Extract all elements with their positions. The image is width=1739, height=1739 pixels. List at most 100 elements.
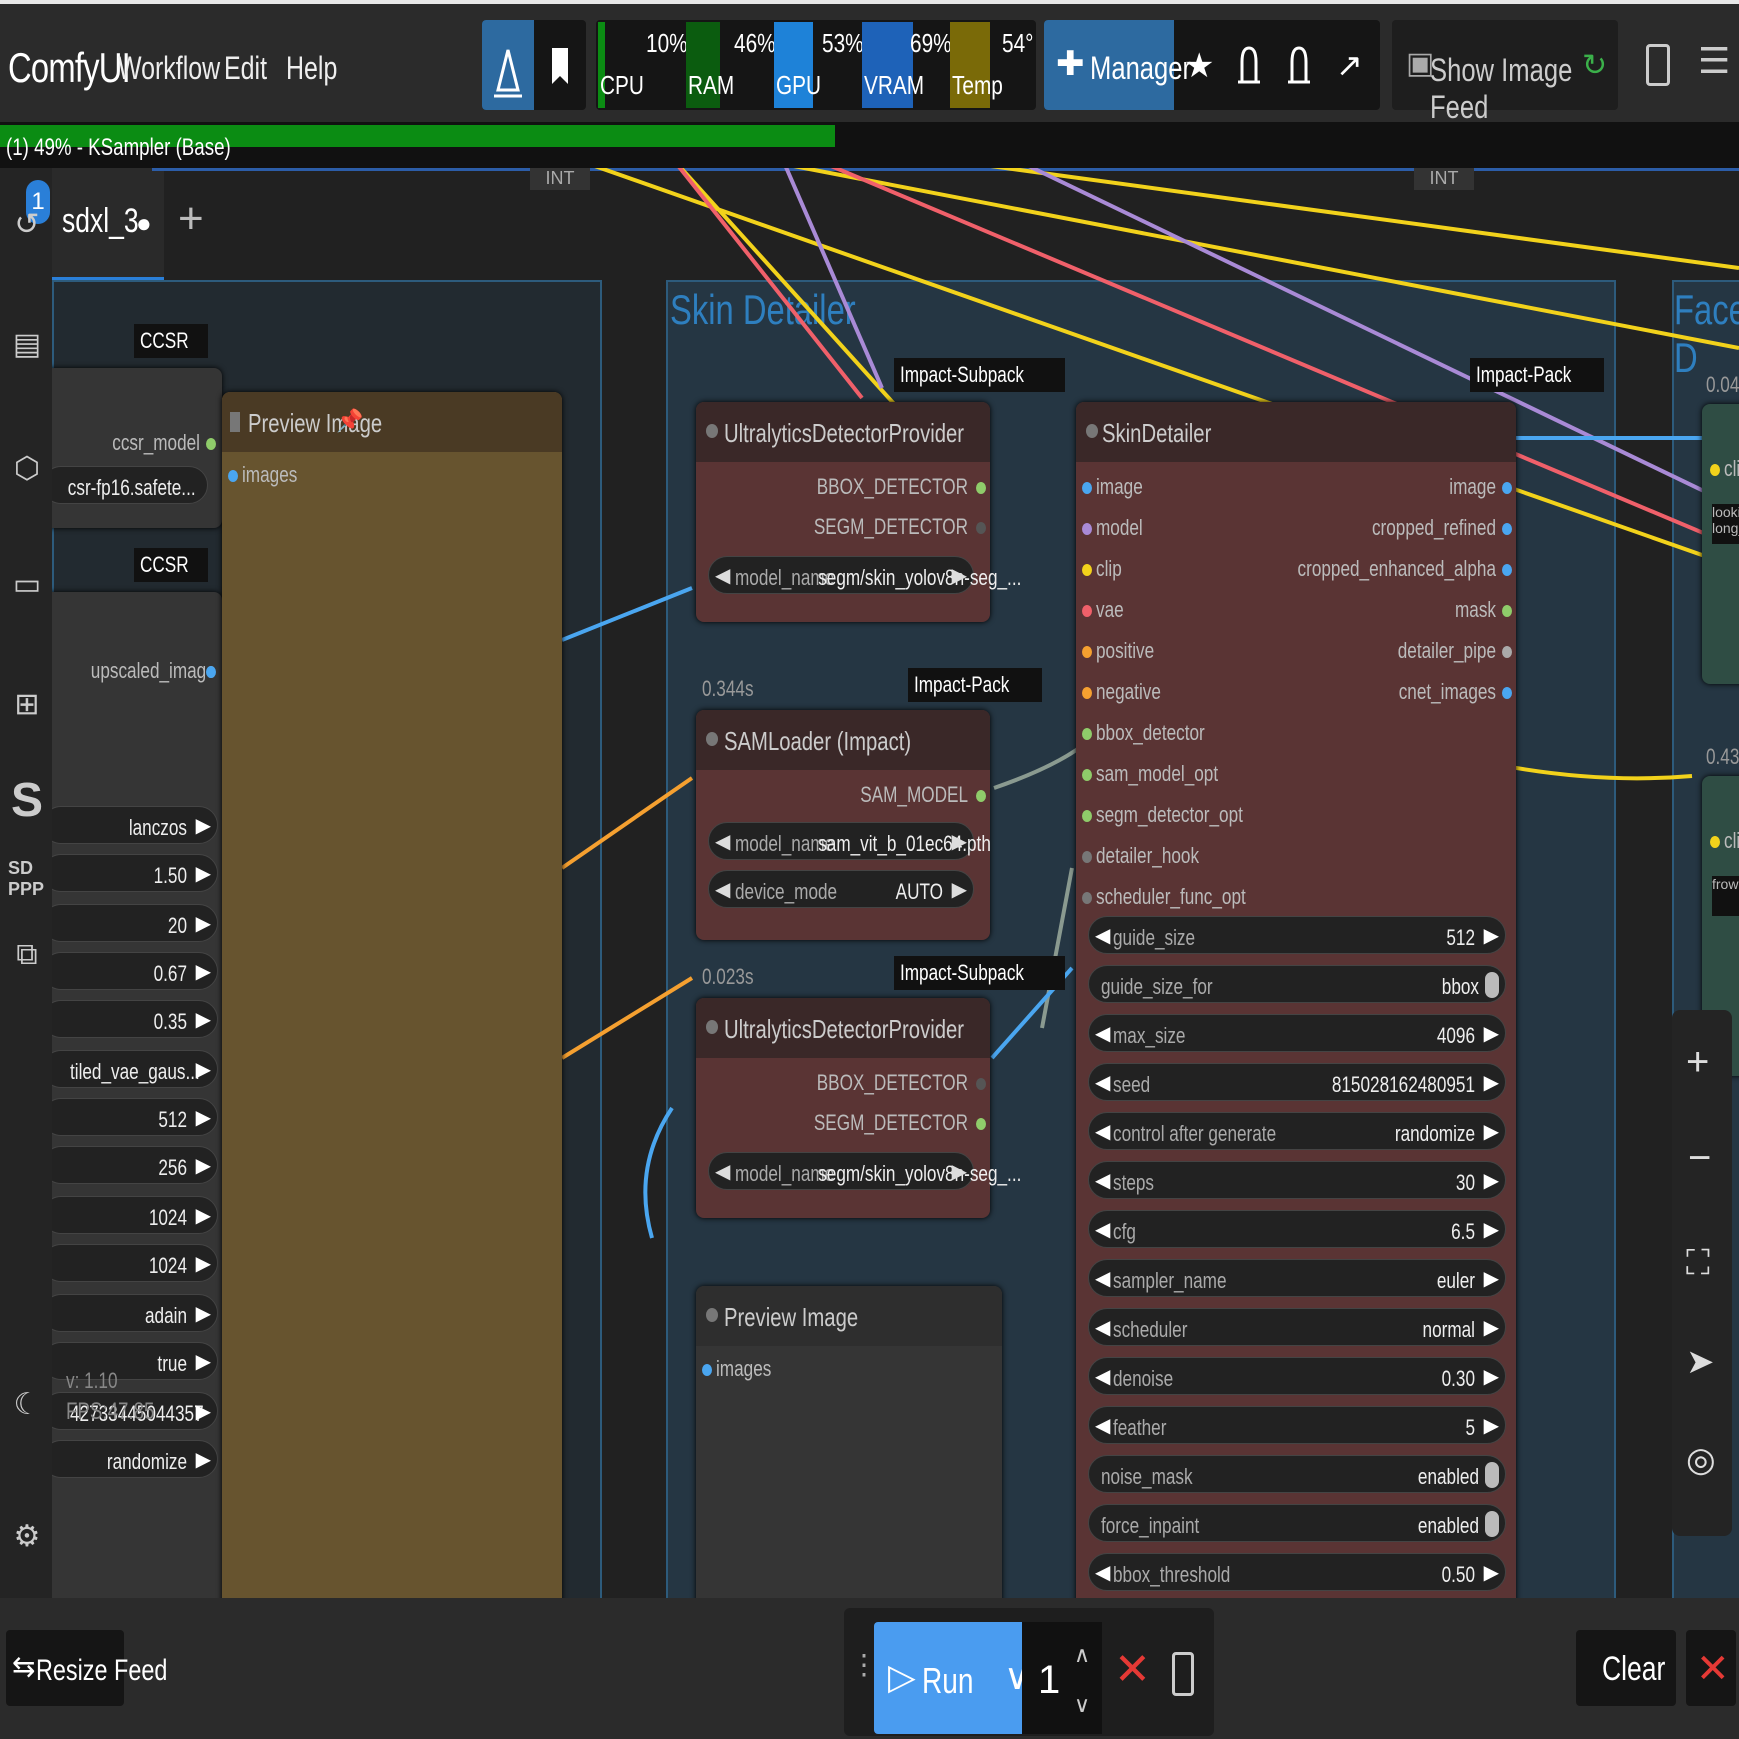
left-widget-0[interactable]: lanczos ▶ [52,806,218,844]
output-slot-detailer_pipe[interactable] [1502,646,1512,658]
input-slot-vae[interactable] [1082,605,1092,617]
model-name-widget-1[interactable]: ◀ model_name segm/skin_yolov8n-seg_... ▶ [708,556,1021,594]
menu-help[interactable]: Help [286,50,337,87]
face-prompt-text-1[interactable]: lookin long_e [1712,504,1739,544]
left-widget-8[interactable]: 1024 ▶ [52,1196,218,1234]
input-slot-bbox_detector[interactable] [1082,728,1092,740]
panel-toggle-icon[interactable] [1646,44,1670,86]
output-slot-cropped_enhanced_alpha[interactable] [1502,564,1512,576]
toggle-knob-icon[interactable] [1485,1462,1499,1488]
collapse-dot-icon[interactable] [706,424,718,438]
arrow-right-icon[interactable]: ▶ [952,1159,967,1184]
input-slot-scheduler_func_opt[interactable] [1082,892,1092,904]
arrow-right-icon[interactable]: ▶ [196,911,211,936]
collapse-dot-icon[interactable] [706,732,718,746]
clear-button[interactable]: Clear [1576,1630,1676,1706]
input-slot-clip[interactable] [1082,564,1092,576]
arrow-right-icon[interactable]: ▶ [196,1203,211,1228]
arrow-right-icon[interactable]: ▶ [196,1105,211,1130]
output-slot-image[interactable] [1502,482,1512,494]
toggle-knob-icon[interactable] [1485,972,1499,998]
widget-noise_mask[interactable]: noise_mask enabled [1088,1455,1506,1493]
widget-denoise[interactable]: ◀ denoise 0.30 ▶ [1088,1357,1506,1395]
arrow-right-icon[interactable]: ▶ [1484,1021,1499,1046]
menu-workflow[interactable]: Workflow [118,50,220,87]
widget-force_inpaint[interactable]: force_inpaint enabled [1088,1504,1506,1542]
moon-icon[interactable]: ☾ [10,1388,44,1422]
select-mode-icon[interactable]: ➤ [1686,1342,1715,1382]
decrement-icon[interactable]: ∨ [1074,1692,1090,1718]
arrow-right-icon[interactable]: ▶ [196,1399,211,1424]
images-input-slot-1[interactable] [228,470,238,482]
output-slot-cnet_images[interactable] [1502,687,1512,699]
arrow-right-icon[interactable]: ▶ [196,1251,211,1276]
arrow-right-icon[interactable]: ▶ [1484,1119,1499,1144]
left-widget-13[interactable]: randomize ▶ [52,1440,218,1478]
zoom-in-icon[interactable]: + [1686,1040,1709,1085]
left-widget-9[interactable]: 1024 ▶ [52,1244,218,1282]
app-brand[interactable]: ComfyUI [8,44,131,92]
sam-model-name-widget[interactable]: ◀ model_name sam_vit_b_01ec64.pth ▶ [708,822,991,860]
model-name-widget-2[interactable]: ◀ model_name segm/skin_yolov8n-seg_... ▶ [708,1152,1021,1190]
widget-steps[interactable]: ◀ steps 30 ▶ [1088,1161,1506,1199]
clip-slot-1[interactable] [1710,464,1720,476]
arrow-right-icon[interactable]: ▶ [1484,1364,1499,1389]
arrow-right-icon[interactable]: ▶ [1484,1266,1499,1291]
arrow-left-icon[interactable]: ◀ [1095,1364,1110,1389]
widget-guide_size[interactable]: ◀ guide_size 512 ▶ [1088,916,1506,954]
arrow-right-icon[interactable]: ▶ [196,1057,211,1082]
left-widget-5[interactable]: tiled_vae_gaus... ▶ [52,1050,218,1088]
arrow-left-icon[interactable]: ◀ [1095,1266,1110,1291]
menu-edit[interactable]: Edit [224,50,267,87]
arrow-right-icon[interactable]: ▶ [1484,1413,1499,1438]
arrow-right-icon[interactable]: ▶ [196,861,211,886]
widget-seed[interactable]: ◀ seed 815028162480951 ▶ [1088,1063,1506,1101]
arrow-left-icon[interactable]: ◀ [1095,1168,1110,1193]
arrow-left-icon[interactable]: ◀ [1095,1560,1110,1585]
arrow-right-icon[interactable]: ▶ [196,959,211,984]
left-widget-1[interactable]: 1.50 ▶ [52,854,218,892]
ccsr-model-node[interactable]: ccsr_model csr-fp16.safete... [52,368,222,528]
increment-icon[interactable]: ∧ [1074,1642,1090,1668]
widget-feather[interactable]: ◀ feather 5 ▶ [1088,1406,1506,1444]
batch-count-input[interactable]: 1 ∧ ∨ [1022,1622,1102,1734]
preview-image-node-1[interactable]: Preview Image 📌 images [222,392,562,1598]
ccsr-model-slot[interactable] [206,438,216,450]
arrow-right-icon[interactable]: ▶ [196,1007,211,1032]
history-icon[interactable]: ↺ [10,208,44,242]
arrow-left-icon[interactable]: ◀ [715,1159,730,1184]
samloader-node[interactable]: SAMLoader (Impact) SAM_MODEL ◀ model_nam… [696,710,991,940]
arrow-right-icon[interactable]: ▶ [196,1301,211,1326]
arrow-right-icon[interactable]: ▶ [196,1153,211,1178]
int-reroute-2[interactable]: INT [1414,168,1474,190]
left-widget-2[interactable]: 20 ▶ [52,904,218,942]
arrow-left-icon[interactable]: ◀ [1095,1315,1110,1340]
arrow-left-icon[interactable]: ◀ [715,877,730,902]
arrow-left-icon[interactable]: ◀ [1095,1413,1110,1438]
arrow-right-icon[interactable]: ▶ [1484,1217,1499,1242]
input-slot-sam_model_opt[interactable] [1082,769,1092,781]
folder-icon[interactable]: ▭ [10,568,44,602]
collapse-icon[interactable] [230,412,240,432]
resize-feed-button[interactable]: ⇆ Resize Feed [6,1630,167,1706]
widget-control-after-generate[interactable]: ◀ control after generate randomize ▶ [1088,1112,1506,1150]
images-input-slot-2[interactable] [702,1364,712,1376]
collapse-dot-icon[interactable] [706,1308,718,1322]
arrow-left-icon[interactable]: ◀ [1095,1217,1110,1242]
sdppp-logo-icon[interactable]: S [10,777,44,825]
output-slot-cropped_refined[interactable] [1502,523,1512,535]
skin-detailer-node[interactable]: SkinDetailer image model clip vae positive ne… [1076,402,1516,1598]
queue-list-icon[interactable]: ▤ [10,328,44,362]
preview-image-node-2[interactable]: Preview Image images [696,1286,1002,1598]
left-widget-7[interactable]: 256 ▶ [52,1146,218,1184]
arrow-right-icon[interactable]: ▶ [952,877,967,902]
ccsr-model-widget[interactable]: csr-fp16.safete... [52,466,208,504]
arrow-right-icon[interactable]: ▶ [196,1349,211,1374]
int-reroute-1[interactable]: INT [530,168,590,190]
output-slot-mask[interactable] [1502,605,1512,617]
queue-panel-icon[interactable] [1172,1652,1194,1696]
share-icon[interactable]: ↗ [1336,46,1363,84]
device-mode-widget[interactable]: ◀ device_mode AUTO ▶ [708,870,974,908]
bbox-detector-slot-1[interactable] [976,482,986,494]
arrow-left-icon[interactable]: ◀ [1095,1119,1110,1144]
